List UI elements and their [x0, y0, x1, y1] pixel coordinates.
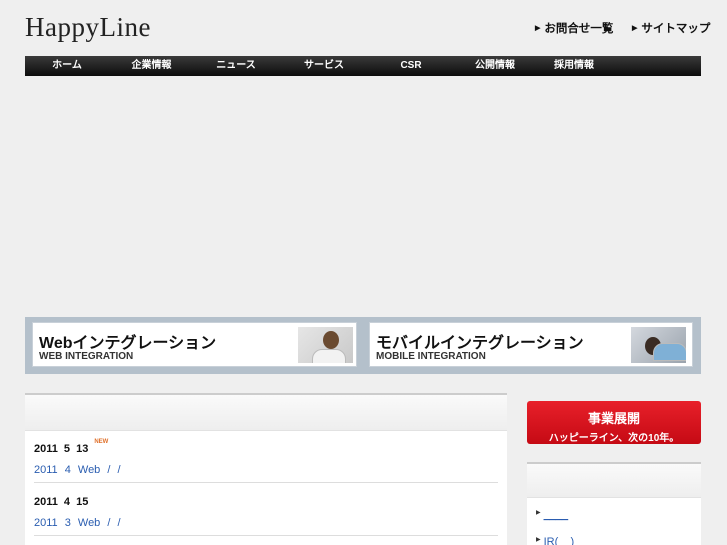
nav-item-recruit[interactable]: 採用情報 [538, 56, 610, 76]
web-integration-banner[interactable]: Webインテグレーション WEB INTEGRATION [32, 322, 357, 367]
triangle-right-icon: ▶ [535, 25, 541, 32]
triangle-right-icon: ▶ [536, 510, 541, 516]
banner-title: Webインテグレーション [39, 335, 217, 352]
nav-item-company[interactable]: 企業情報 [109, 56, 194, 76]
service-banners: Webインテグレーション WEB INTEGRATION モバイルインテグレーシ… [25, 317, 701, 374]
triangle-right-icon: ▶ [536, 537, 541, 543]
banner-subtitle: MOBILE INTEGRATION [376, 351, 486, 362]
side-link-label: ____ [543, 509, 569, 521]
divider [34, 482, 498, 483]
divider [34, 535, 498, 536]
triangle-right-icon: ▶ [632, 25, 638, 32]
news-date: 2011 5 13 [34, 443, 89, 455]
sitemap-link[interactable]: ▶ サイトマップ [632, 20, 710, 36]
sitemap-link-label: サイトマップ [641, 23, 711, 35]
contact-link[interactable]: ▶ お問合せ一覧 [535, 20, 613, 36]
side-link-ir[interactable]: ▶ IR(__) [536, 536, 574, 545]
biz-banner-subtitle: ハッピーライン、次の10年。 [548, 433, 680, 444]
nav-item-csr[interactable]: CSR [370, 56, 452, 76]
list-item: 2011 5 13 NEW 2011 4 Web / / [34, 439, 498, 476]
side-link[interactable]: ▶ ____ [536, 509, 568, 521]
side-link-label: IR(__) [543, 536, 575, 545]
woman-mobile-photo [631, 327, 686, 363]
banner-title: モバイルインテグレーション [376, 335, 584, 352]
news-link[interactable]: 2011 4 Web / / [34, 464, 498, 476]
news-header [25, 395, 507, 431]
nav-item-news[interactable]: ニュース [194, 56, 278, 76]
contact-link-label: お問合せ一覧 [544, 23, 614, 35]
news-panel: 2011 5 13 NEW 2011 4 Web / / 2011 4 15 20… [25, 393, 507, 545]
global-nav: ホーム 企業情報 ニュース サービス CSR 公開情報 採用情報 [25, 56, 701, 76]
nav-item-disclosure[interactable]: 公開情報 [452, 56, 538, 76]
woman-laptop-photo [298, 327, 353, 363]
nav-item-service[interactable]: サービス [278, 56, 370, 76]
mobile-integration-banner[interactable]: モバイルインテグレーション MOBILE INTEGRATION [369, 322, 693, 367]
banner-subtitle: WEB INTEGRATION [39, 351, 134, 362]
nav-item-home[interactable]: ホーム [25, 56, 109, 76]
side-links-panel: ▶ ____ ▶ IR(__) [527, 462, 701, 545]
side-header [527, 464, 701, 498]
news-date: 2011 4 15 [34, 496, 89, 508]
new-badge: NEW [94, 439, 109, 445]
biz-banner-title: 事業展開 [587, 411, 640, 426]
business-expansion-banner[interactable]: 事業展開 ハッピーライン、次の10年。 [527, 401, 701, 444]
news-link[interactable]: 2011 3 Web / / [34, 517, 498, 529]
list-item: 2011 4 15 2011 3 Web / / [34, 492, 498, 529]
site-logo[interactable]: HappyLine [25, 12, 151, 43]
